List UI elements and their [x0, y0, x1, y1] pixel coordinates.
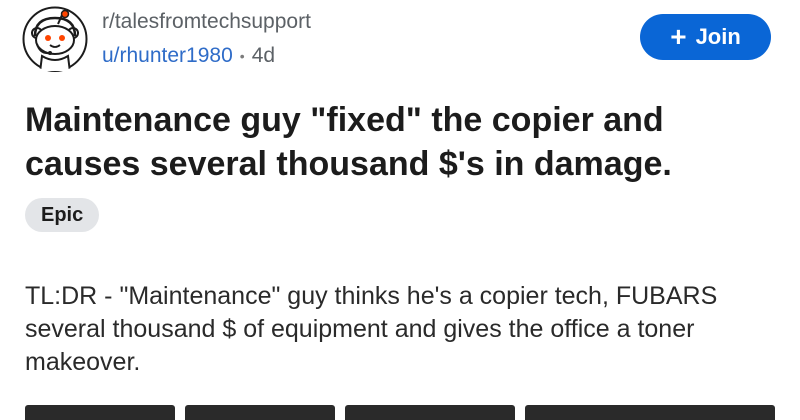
post-flair[interactable]: Epic: [25, 198, 100, 232]
cutoff-text-line: [25, 405, 785, 420]
author-username[interactable]: u/rhunter1980: [102, 43, 233, 69]
post-title[interactable]: Maintenance guy "fixed" the copier and c…: [25, 98, 785, 186]
post-age: 4d: [251, 44, 276, 67]
meta-separator: •: [239, 48, 245, 64]
post-byline: u/rhunter1980 • 4d: [102, 43, 311, 69]
reddit-post: r/talesfromtechsupport u/rhunter1980 • 4…: [0, 0, 800, 420]
join-button-label: Join: [695, 24, 741, 49]
join-button[interactable]: + Join: [640, 14, 771, 60]
subreddit-avatar[interactable]: [22, 6, 88, 72]
post-body: TL:DR - "Maintenance" guy thinks he's a …: [25, 282, 718, 376]
snoo-avatar-icon: [22, 6, 88, 72]
plus-icon: +: [670, 21, 687, 52]
subreddit-name[interactable]: r/talesfromtechsupport: [102, 9, 311, 35]
post-meta: r/talesfromtechsupport u/rhunter1980 • 4…: [102, 9, 311, 69]
post-header: r/talesfromtechsupport u/rhunter1980 • 4…: [22, 6, 311, 72]
